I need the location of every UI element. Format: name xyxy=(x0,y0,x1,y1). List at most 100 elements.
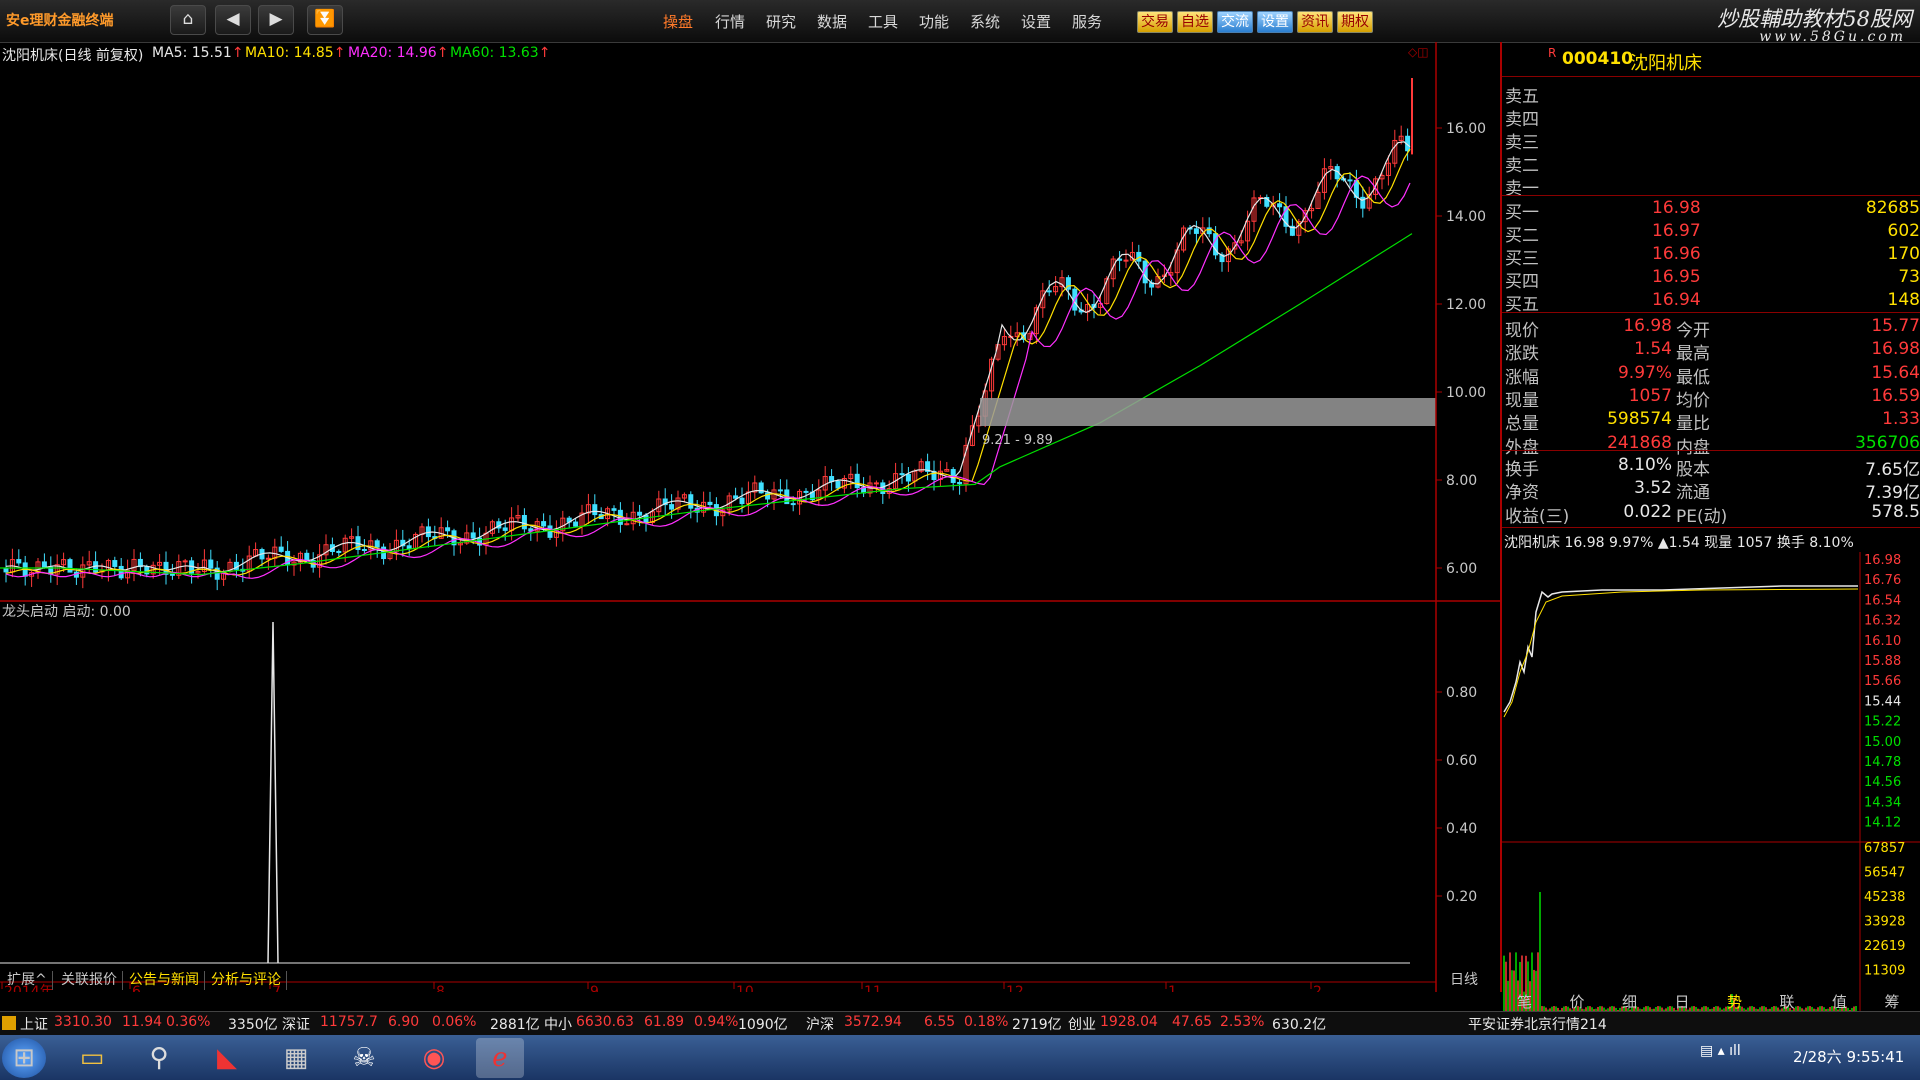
forward-button[interactable]: ▶ xyxy=(258,5,294,35)
time-tick: 12 xyxy=(1006,984,1024,992)
market-menu-icon[interactable] xyxy=(2,1016,16,1030)
quote-tab[interactable]: 联 xyxy=(1780,991,1795,1012)
home-button[interactable]: ⌂ xyxy=(170,5,206,35)
market-index-field: 11757.7 xyxy=(320,1014,378,1030)
mini-price-tick: 16.32 xyxy=(1864,614,1901,629)
menu-gongju[interactable]: 工具 xyxy=(868,11,898,32)
tab-expand[interactable]: 扩展^ xyxy=(2,971,53,990)
mini-price-tick: 16.54 xyxy=(1864,593,1901,608)
menu-xitong[interactable]: 系统 xyxy=(970,11,1000,32)
ask-4-label: 卖四 xyxy=(1505,110,1539,130)
stat-label: 内盘 xyxy=(1676,437,1710,458)
mini-price-tick: 14.12 xyxy=(1864,816,1901,831)
mini-volume-tick: 45238 xyxy=(1864,890,1905,905)
fund-value: 0.022 xyxy=(1623,501,1672,522)
ask-3-label: 卖三 xyxy=(1505,133,1539,153)
price-tick: 8.00 xyxy=(1446,473,1477,489)
fund-value: 3.52 xyxy=(1634,478,1672,499)
market-index-field: 6.90 xyxy=(388,1014,420,1030)
time-tick: 2 xyxy=(1313,984,1322,992)
tab-analysis[interactable]: 分析与评论 xyxy=(206,971,287,990)
indicator-tick: 0.60 xyxy=(1446,753,1477,769)
quick-settings-button[interactable]: 设置 xyxy=(1257,11,1293,33)
quick-chat-button[interactable]: 交流 xyxy=(1217,11,1253,33)
quick-watchlist-button[interactable]: 自选 xyxy=(1177,11,1213,33)
menu-yanjiu[interactable]: 研究 xyxy=(766,11,796,32)
tray-icons[interactable]: ▤ ▴ ıll xyxy=(1700,1043,1741,1059)
market-index-field: 上证 xyxy=(20,1017,48,1033)
quote-tab[interactable]: 势 xyxy=(1727,991,1742,1012)
home-icon: ⌂ xyxy=(182,9,194,29)
tab-related-quotes[interactable]: 关联报价 xyxy=(56,971,123,990)
quote-tab[interactable]: 价 xyxy=(1570,991,1585,1012)
bid-volume: 602 xyxy=(1887,221,1920,241)
stock-app-icon[interactable]: ◣ xyxy=(203,1038,251,1078)
search-app-icon[interactable]: ⚲ xyxy=(135,1038,183,1078)
stat-label: 现价 xyxy=(1505,321,1539,341)
kline-chart[interactable]: 9.21 - 9.89 16.00 14.00 12.00 10.00 8.00 6.00… xyxy=(0,42,1500,992)
stat-value: 15.77 xyxy=(1871,316,1920,336)
time-tick: 10 xyxy=(736,984,754,992)
market-index-field: 630.2亿 xyxy=(1272,1017,1327,1033)
stat-value: 598574 xyxy=(1607,409,1672,430)
menu-gongneng[interactable]: 功能 xyxy=(919,11,949,32)
mini-volume-tick: 22619 xyxy=(1864,939,1905,954)
mini-price-tick: 15.88 xyxy=(1864,654,1901,669)
menu-shuju[interactable]: 数据 xyxy=(817,11,847,32)
market-index-field: 11.94 xyxy=(122,1014,163,1030)
tab-announcements[interactable]: 公告与新闻 xyxy=(124,971,205,990)
bid-volume: 170 xyxy=(1887,244,1920,264)
mini-price-tick: 16.10 xyxy=(1864,634,1901,649)
back-button[interactable]: ◀ xyxy=(215,5,251,35)
bid-price: 16.97 xyxy=(1652,221,1701,241)
quote-tab[interactable]: 筹 xyxy=(1885,991,1900,1012)
bid-volume: 73 xyxy=(1898,267,1920,287)
bid-price: 16.94 xyxy=(1652,290,1701,310)
menu-caopan[interactable]: 操盘 xyxy=(663,11,693,32)
market-index-field: 3572.94 xyxy=(844,1014,902,1030)
period-label[interactable]: 日线 xyxy=(1450,972,1478,988)
stock-code: 000410 xyxy=(1562,49,1633,69)
market-index-field: 2.53% xyxy=(1220,1014,1265,1030)
folder-icon[interactable]: ▭ xyxy=(68,1038,116,1078)
price-zone-label: 9.21 - 9.89 xyxy=(982,433,1053,448)
market-index-field: 创业 xyxy=(1068,1017,1096,1033)
bid-volume: 148 xyxy=(1887,290,1920,310)
double-chevron-down-icon: ⏬ xyxy=(314,9,336,29)
market-index-field: 深证 xyxy=(282,1017,310,1033)
system-clock[interactable]: 2/28六 9:55:41 xyxy=(1793,1046,1904,1067)
color-wheel-icon[interactable]: ◉ xyxy=(410,1038,458,1078)
menu-fuwu[interactable]: 服务 xyxy=(1072,11,1102,32)
stat-value: 1.33 xyxy=(1882,409,1920,430)
quick-options-button[interactable]: 期权 xyxy=(1337,11,1373,33)
more-button[interactable]: ⏬ xyxy=(307,5,343,35)
quick-news-button[interactable]: 资讯 xyxy=(1297,11,1333,33)
calculator-icon[interactable]: ▦ xyxy=(272,1038,320,1078)
intraday-chart[interactable]: 16.98 16.76 16.54 16.32 16.10 15.88 15.66 15.44… xyxy=(1502,552,1920,1022)
market-index-field: 沪深 xyxy=(806,1017,834,1033)
chart-options-icon[interactable]: ◇◫ xyxy=(1408,45,1429,59)
fund-value: 578.5 xyxy=(1871,501,1920,522)
intraday-price-line xyxy=(1503,585,1858,713)
mini-price-tick: 14.78 xyxy=(1864,755,1901,770)
quote-tab[interactable]: 日 xyxy=(1675,991,1690,1012)
menu-hangqing[interactable]: 行情 xyxy=(715,11,745,32)
market-index-field: 61.89 xyxy=(644,1014,685,1030)
mask-app-icon[interactable]: ☠ xyxy=(340,1038,388,1078)
quote-tab[interactable]: 细 xyxy=(1622,991,1637,1012)
bid-price: 16.95 xyxy=(1652,267,1701,287)
stat-label: 最高 xyxy=(1676,344,1710,365)
mini-price-tick: 16.76 xyxy=(1864,573,1901,588)
mini-price-tick: 15.44 xyxy=(1864,694,1901,709)
time-tick: 9 xyxy=(590,984,599,992)
stat-value: 1057 xyxy=(1628,385,1672,406)
quote-tab[interactable]: 笔 xyxy=(1517,991,1532,1012)
price-tick: 10.00 xyxy=(1446,385,1486,401)
quote-tab[interactable]: 值 xyxy=(1832,991,1847,1012)
start-orb-icon[interactable]: ⊞ xyxy=(2,1038,46,1078)
stat-label: 最低 xyxy=(1676,367,1710,388)
bid-label: 买三 xyxy=(1505,249,1539,269)
ie-browser-icon[interactable]: ℯ xyxy=(476,1038,524,1078)
menu-shezhi[interactable]: 设置 xyxy=(1021,11,1051,32)
quick-trade-button[interactable]: 交易 xyxy=(1137,11,1173,33)
